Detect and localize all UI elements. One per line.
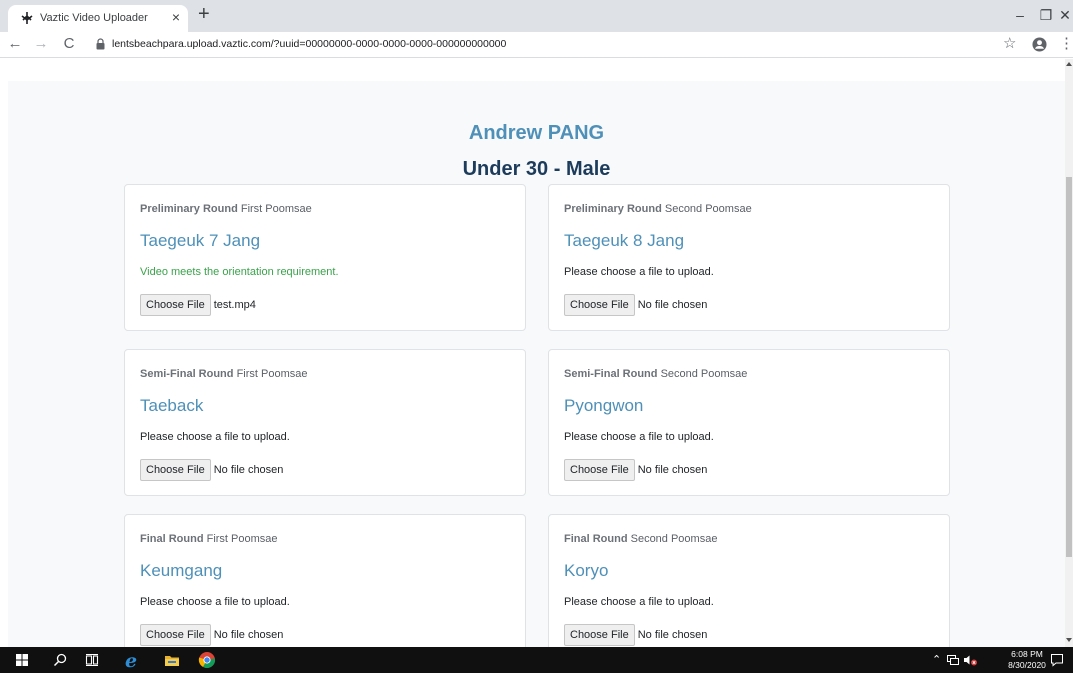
poomsae-card: Preliminary Round First Poomsae Taegeuk …	[124, 184, 526, 331]
file-input[interactable]: Choose File No file chosen	[564, 459, 707, 481]
edge-icon[interactable]: e	[124, 651, 142, 669]
status-message: Please choose a file to upload.	[140, 596, 290, 608]
status-message: Video meets the orientation requirement.	[140, 266, 339, 278]
round-label: Final Round	[564, 533, 628, 545]
file-input[interactable]: Choose File No file chosen	[564, 624, 707, 646]
tab-title: Vaztic Video Uploader	[40, 12, 148, 24]
choose-file-button[interactable]: Choose File	[564, 459, 635, 481]
poomsae-card: Final Round Second Poomsae Koryo Please …	[548, 514, 950, 647]
card-heading: Final Round Second Poomsae	[564, 533, 717, 545]
system-clock[interactable]: 6:08 PM 8/30/2020	[1004, 649, 1050, 671]
volume-muted-icon[interactable]	[963, 654, 977, 666]
notification-icon[interactable]	[1050, 653, 1064, 667]
file-name: test.mp4	[213, 299, 256, 311]
card-heading: Semi-Final Round Second Poomsae	[564, 368, 747, 380]
svg-text:e: e	[125, 651, 137, 669]
round-label: Semi-Final Round	[140, 368, 234, 380]
file-input[interactable]: Choose File No file chosen	[140, 459, 283, 481]
round-label: Semi-Final Round	[564, 368, 658, 380]
chrome-icon[interactable]	[198, 651, 216, 669]
tab-strip: Vaztic Video Uploader × + – ❐ ✕	[0, 0, 1073, 32]
scroll-down-arrow-icon[interactable]	[1066, 637, 1072, 643]
poomsae-name: Keumgang	[140, 561, 223, 580]
card-heading: Semi-Final Round First Poomsae	[140, 368, 307, 380]
star-icon[interactable]: ☆	[1003, 35, 1016, 53]
division-title: Under 30 - Male	[462, 158, 611, 180]
page-viewport: Andrew PANG Under 30 - Male Preliminary …	[0, 59, 1073, 647]
clock-date: 8/30/2020	[1008, 660, 1046, 670]
windows-start-icon[interactable]	[14, 652, 30, 668]
vaztic-logo-icon	[21, 12, 33, 24]
reload-button[interactable]: C	[60, 35, 78, 53]
poomsae-name: Taeback	[140, 396, 204, 415]
slot-label: First Poomsae	[240, 203, 312, 215]
tab-close-icon[interactable]: ×	[172, 9, 180, 25]
poomsae-card: Semi-Final Round First Poomsae Taeback P…	[124, 349, 526, 496]
poomsae-name: Taegeuk 7 Jang	[140, 231, 261, 250]
task-view-icon[interactable]	[84, 652, 100, 668]
file-name: No file chosen	[213, 464, 284, 476]
new-tab-button[interactable]: +	[198, 4, 210, 24]
file-input[interactable]: Choose File No file chosen	[564, 294, 707, 316]
menu-icon[interactable]: ⋮	[1059, 35, 1073, 53]
poomsae-card: Semi-Final Round Second Poomsae Pyongwon…	[548, 349, 950, 496]
round-label: Final Round	[140, 533, 204, 545]
url-text: lentsbeachpara.upload.vaztic.com/?uuid=0…	[112, 38, 507, 50]
card-heading: Preliminary Round First Poomsae	[140, 203, 312, 215]
slot-label: First Poomsae	[236, 368, 308, 380]
choose-file-button[interactable]: Choose File	[140, 459, 211, 481]
lock-icon	[96, 38, 105, 50]
windows-taskbar: e ⌃ 6:08 PM 8/30/2020	[0, 647, 1073, 673]
search-icon[interactable]	[52, 652, 68, 668]
slot-label: Second Poomsae	[664, 203, 752, 215]
choose-file-button[interactable]: Choose File	[564, 294, 635, 316]
profile-icon[interactable]	[1032, 37, 1047, 52]
file-name: No file chosen	[637, 299, 708, 311]
status-message: Please choose a file to upload.	[564, 266, 714, 278]
status-message: Please choose a file to upload.	[140, 431, 290, 443]
poomsae-name: Pyongwon	[564, 396, 644, 415]
poomsae-card: Final Round First Poomsae Keumgang Pleas…	[124, 514, 526, 647]
scrollbar-thumb[interactable]	[1066, 177, 1072, 557]
poomsae-name: Koryo	[564, 561, 609, 580]
forward-button[interactable]: →	[32, 35, 50, 53]
tray-chevron-icon[interactable]: ⌃	[932, 653, 941, 667]
close-window-button[interactable]: ✕	[1050, 5, 1073, 25]
scroll-up-arrow-icon[interactable]	[1066, 61, 1072, 67]
back-button[interactable]: ←	[6, 35, 24, 53]
slot-label: Second Poomsae	[630, 533, 718, 545]
browser-toolbar: ← → C lentsbeachpara.upload.vaztic.com/?…	[0, 32, 1073, 58]
file-explorer-icon[interactable]	[164, 652, 180, 668]
round-label: Preliminary Round	[564, 203, 662, 215]
card-heading: Preliminary Round Second Poomsae	[564, 203, 752, 215]
status-message: Please choose a file to upload.	[564, 431, 714, 443]
slot-label: First Poomsae	[206, 533, 278, 545]
browser-tab[interactable]: Vaztic Video Uploader ×	[8, 5, 188, 32]
poomsae-name: Taegeuk 8 Jang	[564, 231, 685, 250]
status-message: Please choose a file to upload.	[564, 596, 714, 608]
page-scrollbar[interactable]	[1065, 59, 1073, 647]
choose-file-button[interactable]: Choose File	[564, 624, 635, 646]
file-input[interactable]: Choose File test.mp4	[140, 294, 256, 316]
slot-label: Second Poomsae	[660, 368, 748, 380]
choose-file-button[interactable]: Choose File	[140, 294, 211, 316]
file-name: No file chosen	[637, 629, 708, 641]
athlete-name: Andrew PANG	[468, 122, 605, 144]
file-name: No file chosen	[213, 629, 284, 641]
card-heading: Final Round First Poomsae	[140, 533, 278, 545]
choose-file-button[interactable]: Choose File	[140, 624, 211, 646]
file-name: No file chosen	[637, 464, 708, 476]
round-label: Preliminary Round	[140, 203, 238, 215]
file-input[interactable]: Choose File No file chosen	[140, 624, 283, 646]
poomsae-card: Preliminary Round Second Poomsae Taegeuk…	[548, 184, 950, 331]
clock-time: 6:08 PM	[1011, 649, 1043, 659]
address-bar[interactable]: lentsbeachpara.upload.vaztic.com/?uuid=0…	[88, 34, 968, 56]
network-icon[interactable]	[947, 655, 959, 665]
